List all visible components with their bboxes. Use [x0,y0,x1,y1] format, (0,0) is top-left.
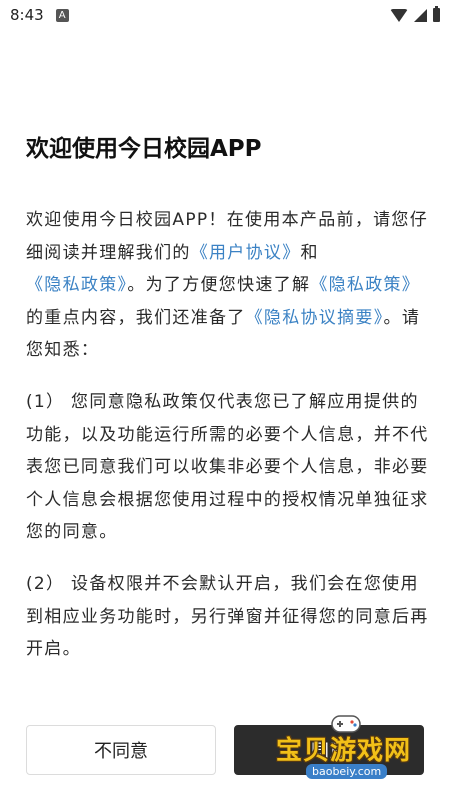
privacy-policy-link-2[interactable]: 《隐私政策》 [310,275,420,295]
intro-paragraph: 欢迎使用今日校园APP！在使用本产品前，请您仔细阅读并理解我们的《用户协议》和《… [26,204,430,367]
disagree-button[interactable]: 不同意 [26,725,216,775]
battery-icon [433,6,440,22]
status-time: 8:43 [10,6,44,24]
privacy-summary-link[interactable]: 《隐私协议摘要》 [246,308,384,328]
dialog-title: 欢迎使用今日校园APP [26,136,262,162]
agree-button[interactable]: 同意 [234,725,424,775]
notification-icon: A [55,8,69,22]
intro-text-3: 。为了方便您快速了解 [127,275,311,296]
signal-icon [414,8,427,22]
privacy-policy-link[interactable]: 《隐私政策》 [26,275,127,295]
dialog-body: 欢迎使用今日校园APP！在使用本产品前，请您仔细阅读并理解我们的《用户协议》和《… [26,204,430,685]
intro-text-4: 的重点内容，我们还准备了 [26,307,246,328]
point-2: (2） 设备权限并不会默认开启，我们会在您使用到相应业务功能时，另行弹窗并征得您… [26,573,429,660]
status-icons [390,6,440,22]
intro-text-2: 和 [300,242,319,263]
wifi-icon [390,8,408,22]
point-1: (1） 您同意隐私政策仅代表您已了解应用提供的功能，以及功能运行所需的必要个人信… [26,391,429,543]
status-bar: 8:43 A [0,0,450,30]
user-agreement-link[interactable]: 《用户协议》 [191,243,301,263]
